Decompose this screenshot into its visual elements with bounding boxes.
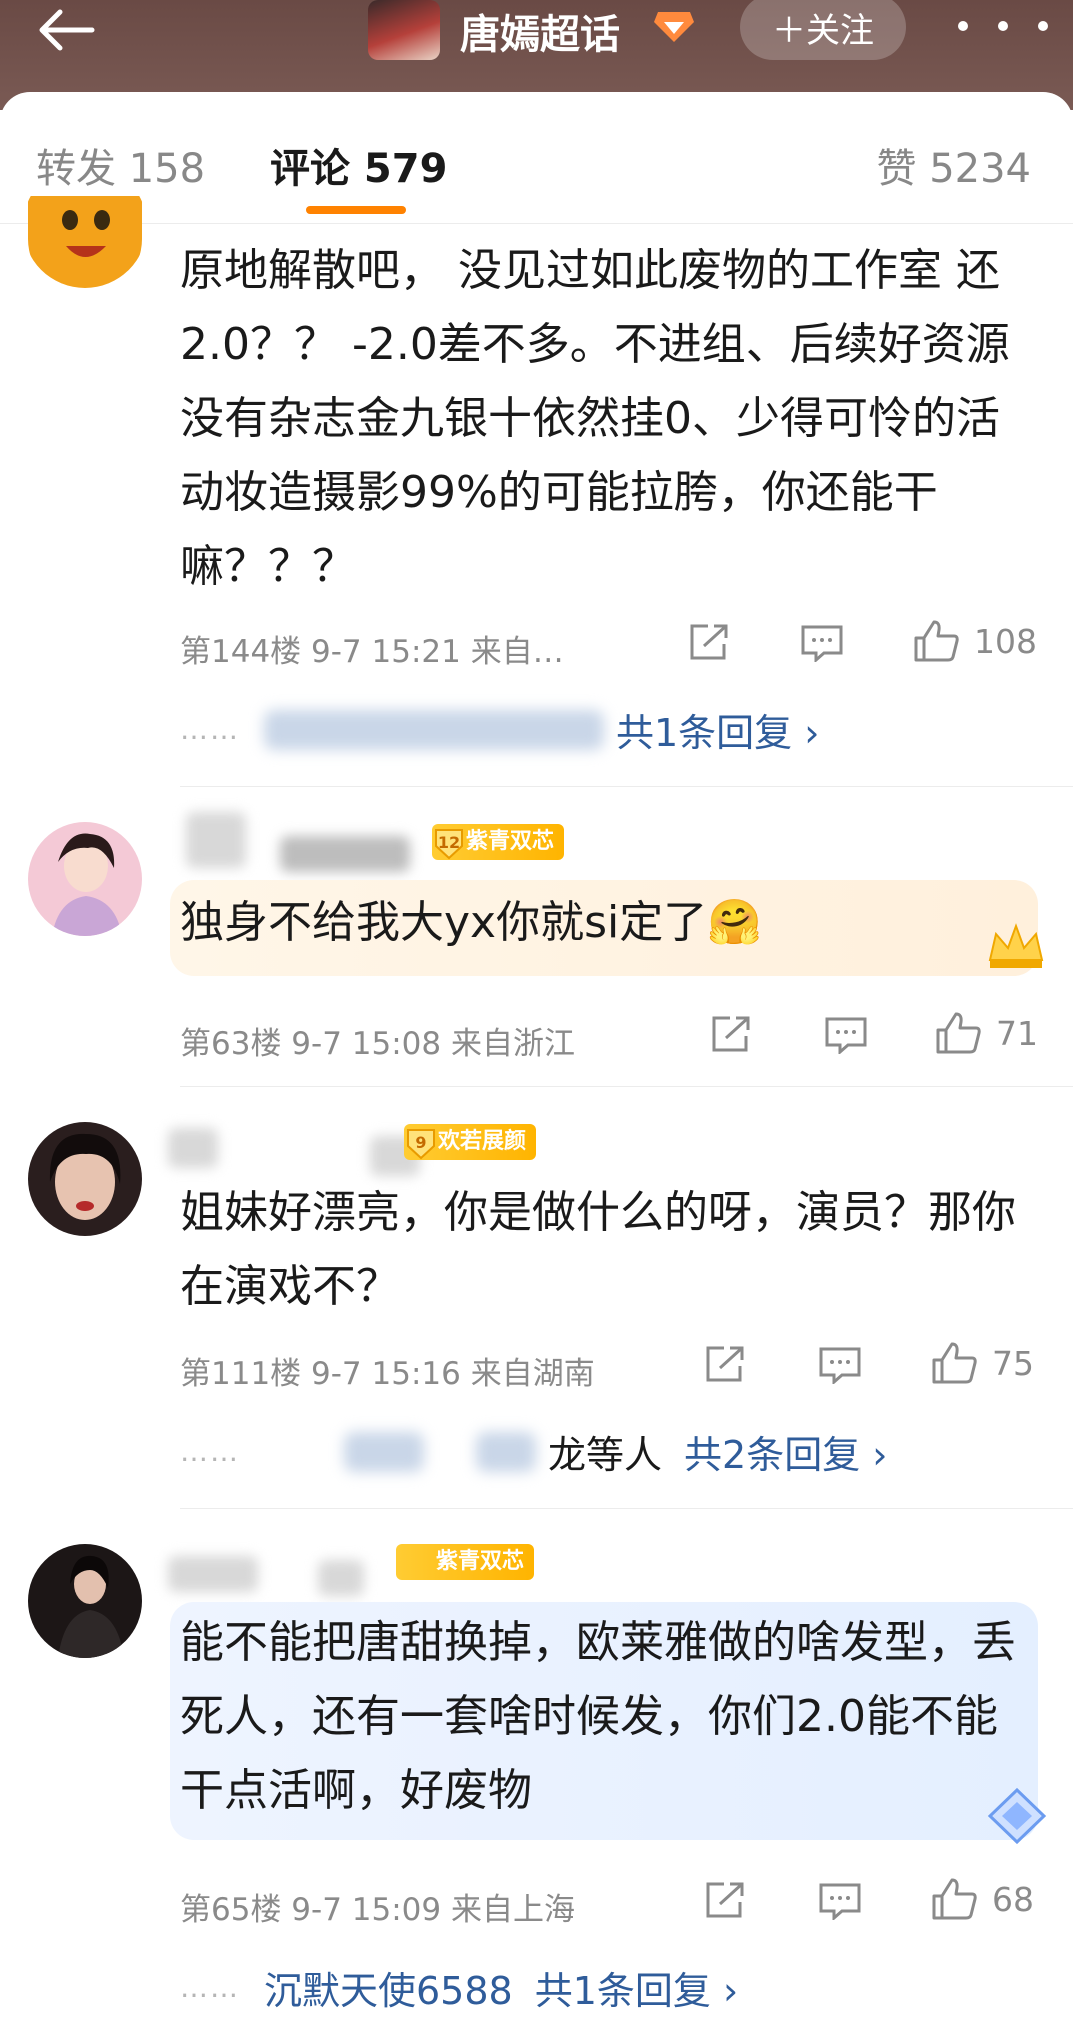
like-button[interactable]: 68 bbox=[930, 1876, 1034, 1922]
fan-level-icon: 12 bbox=[435, 829, 463, 860]
username-blurred[interactable] bbox=[186, 812, 246, 868]
tab-forward[interactable]: 转发 158 bbox=[36, 136, 205, 194]
comment-text: 独身不给我大yx你就si定了🤗 bbox=[180, 897, 763, 948]
share-icon bbox=[706, 1346, 744, 1382]
like-icon bbox=[936, 1012, 981, 1054]
share-icon bbox=[690, 624, 728, 660]
page-title[interactable]: 唐嫣超话 bbox=[460, 2, 620, 60]
tab-comments[interactable]: 评论 579 bbox=[270, 136, 447, 194]
comment-text: 能不能把唐甜换掉，欧莱雅做的啥发型，丢死人，还有一套啥时候发，你们2.0能不能干… bbox=[180, 1617, 1016, 1816]
comment-meta: 第65楼 9-7 15:09 来自上海 bbox=[180, 1892, 575, 1928]
divider bbox=[180, 1086, 1073, 1087]
like-button[interactable]: 75 bbox=[930, 1340, 1034, 1386]
like-count: 68 bbox=[992, 1879, 1034, 1919]
back-button[interactable] bbox=[34, 0, 104, 60]
share-button[interactable] bbox=[688, 622, 732, 662]
comment-icon bbox=[819, 1883, 861, 1920]
username-blurred[interactable] bbox=[168, 1128, 218, 1168]
reply-count-link[interactable]: 共1条回复 › bbox=[535, 1960, 738, 2015]
comment-meta: 第63楼 9-7 15:08 来自浙江 bbox=[180, 1026, 575, 1062]
like-count: 75 bbox=[992, 1343, 1034, 1383]
reply-summary[interactable]: …… 沉默天使6588 共1条回复 › bbox=[180, 1960, 738, 2015]
like-count: 108 bbox=[974, 621, 1037, 661]
comment-meta: 第144楼 9-7 15:21 来自… bbox=[180, 634, 564, 670]
share-icon bbox=[706, 1882, 744, 1918]
reply-users-text: 龙等人 bbox=[548, 1433, 663, 1477]
comment-icon bbox=[801, 625, 843, 662]
divider bbox=[180, 1508, 1073, 1509]
comment-text: 姐妹好漂亮，你是做什么的呀，演员？那你在演戏不？ bbox=[180, 1187, 1016, 1312]
tab-bar: 转发 158 评论 579 赞 5234 bbox=[0, 92, 1073, 224]
share-button[interactable] bbox=[704, 1880, 748, 1920]
like-icon bbox=[932, 1878, 977, 1920]
fan-level-icon: 9 bbox=[407, 1129, 435, 1160]
back-arrow-icon bbox=[39, 9, 95, 51]
comment-meta: 第111楼 9-7 15:16 来自湖南 bbox=[180, 1356, 595, 1392]
reply-user-link[interactable]: 沉默天使6588 bbox=[264, 1960, 513, 2015]
avatar[interactable] bbox=[28, 822, 142, 936]
more-icon[interactable] bbox=[958, 4, 1048, 48]
comment-button[interactable] bbox=[800, 624, 844, 662]
reply-users-blurred bbox=[344, 1431, 424, 1472]
reply-summary[interactable]: …… 共1条回复 › bbox=[180, 702, 819, 757]
like-count: 71 bbox=[996, 1013, 1038, 1053]
comment-button[interactable] bbox=[818, 1346, 862, 1384]
avatar[interactable] bbox=[28, 1544, 142, 1658]
reply-users-blurred bbox=[476, 1431, 536, 1472]
reply-count-link[interactable]: 共2条回复 › bbox=[684, 1424, 887, 1479]
username-blurred[interactable] bbox=[280, 836, 410, 872]
reply-users-blurred bbox=[264, 709, 604, 750]
tab-likes[interactable]: 赞 5234 bbox=[876, 136, 1031, 194]
comment-button[interactable] bbox=[818, 1882, 862, 1920]
super-topic-badge-icon bbox=[654, 12, 694, 42]
comment-button[interactable] bbox=[824, 1016, 868, 1054]
like-icon bbox=[914, 620, 959, 662]
topic-avatar[interactable] bbox=[368, 0, 440, 60]
share-button[interactable] bbox=[704, 1344, 748, 1384]
comment-icon bbox=[819, 1347, 861, 1384]
like-button[interactable]: 108 bbox=[912, 618, 1037, 664]
fan-badge: 9 欢若展颜 bbox=[404, 1124, 537, 1160]
reply-count-link[interactable]: 共1条回复 › bbox=[616, 702, 819, 757]
comment-text: 原地解散吧， 没见过如此废物的工作室 还2.0？？ -2.0差不多。不进组、后续… bbox=[180, 245, 1010, 592]
divider bbox=[180, 786, 1073, 787]
reply-summary[interactable]: …… 龙等人 共2条回复 › bbox=[180, 1424, 887, 1479]
username-blurred[interactable] bbox=[318, 1560, 364, 1596]
avatar[interactable] bbox=[28, 1122, 142, 1236]
comment-icon bbox=[825, 1017, 867, 1054]
svg-text:12: 12 bbox=[438, 833, 460, 852]
fan-badge: 紫青双芯 bbox=[396, 1544, 535, 1580]
fan-badge: 12 紫青双芯 bbox=[432, 824, 565, 860]
like-icon bbox=[932, 1342, 977, 1384]
share-button[interactable] bbox=[710, 1014, 754, 1054]
share-icon bbox=[712, 1016, 750, 1052]
username-blurred[interactable] bbox=[168, 1556, 258, 1592]
like-button[interactable]: 71 bbox=[934, 1010, 1038, 1056]
active-tab-indicator bbox=[306, 206, 406, 214]
follow-button[interactable]: ＋关注 bbox=[740, 0, 906, 60]
svg-text:9: 9 bbox=[415, 1133, 426, 1152]
